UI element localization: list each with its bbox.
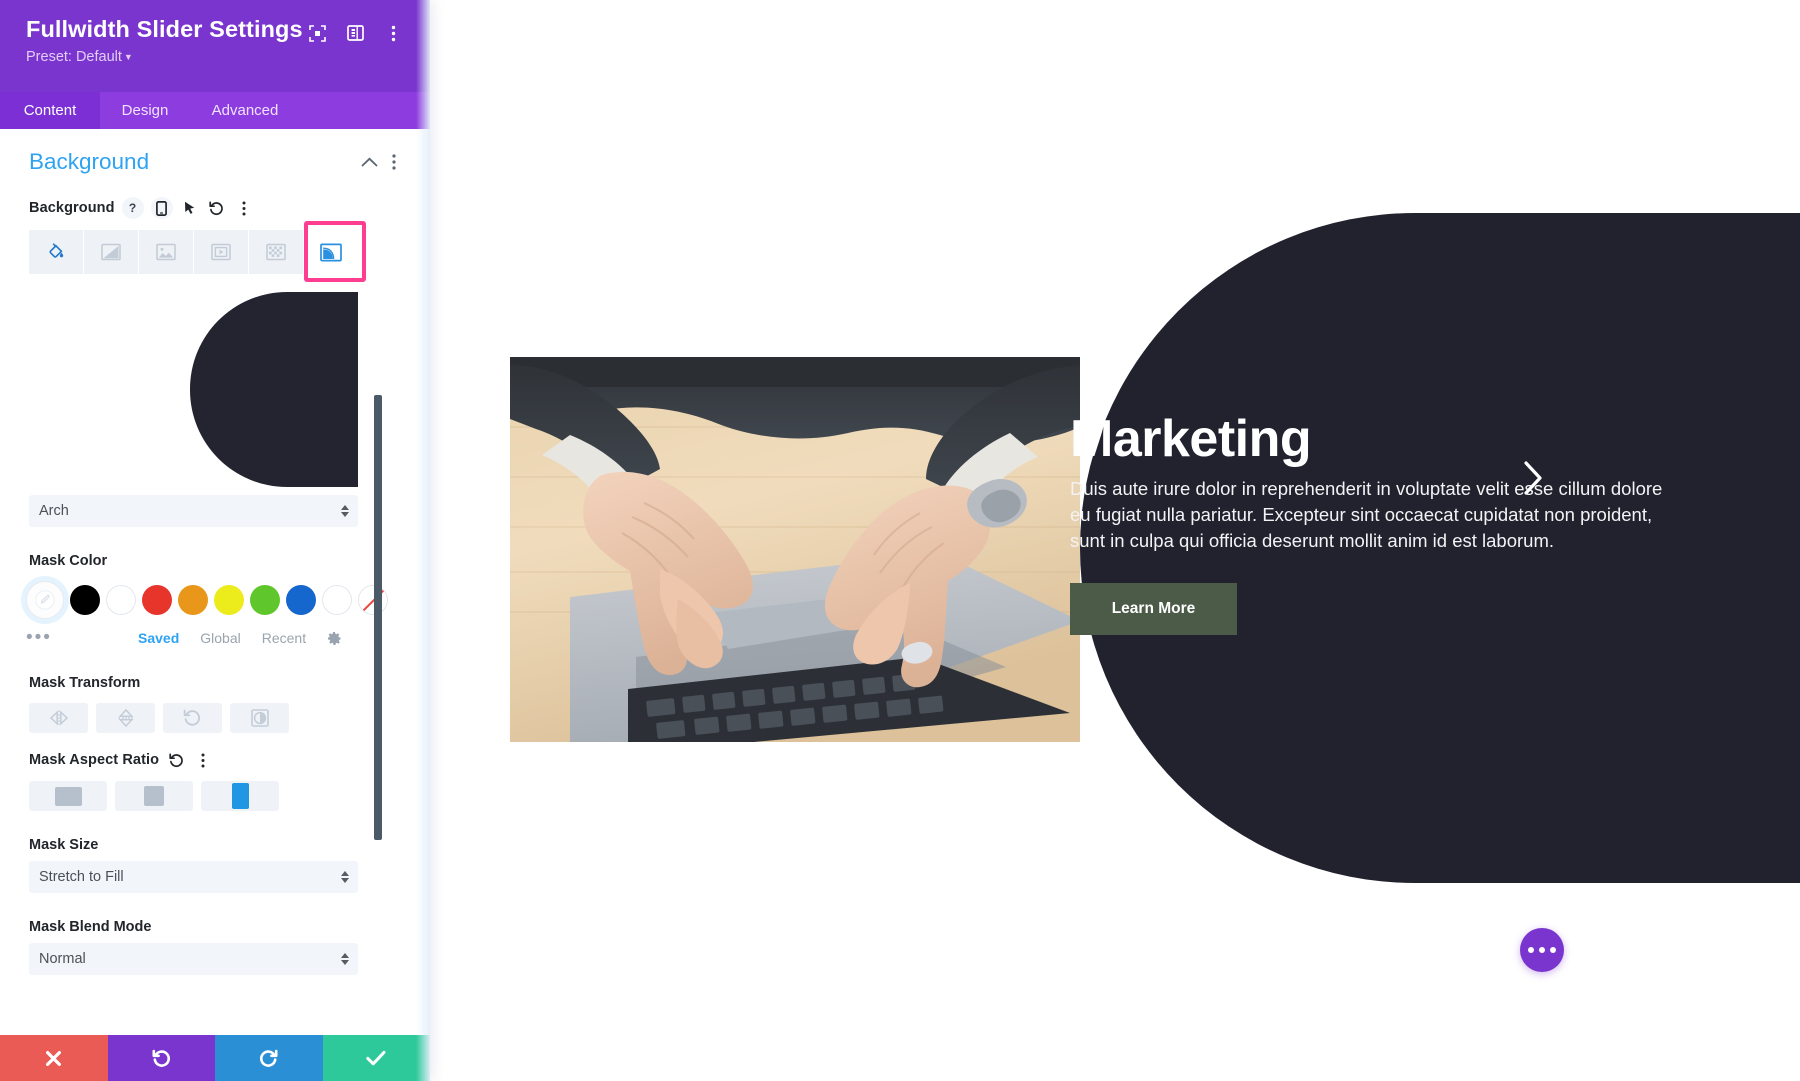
background-mask-tab[interactable] bbox=[304, 221, 366, 282]
tab-advanced[interactable]: Advanced bbox=[190, 92, 300, 129]
ellipsis-icon bbox=[1539, 947, 1545, 953]
mask-blend-mode-select[interactable]: Normal bbox=[29, 943, 358, 975]
sidebar-header: Fullwidth Slider Settings Preset: Defaul… bbox=[0, 0, 430, 92]
mask-style-value: Arch bbox=[39, 503, 69, 519]
chevron-down-icon: ▼ bbox=[123, 52, 133, 62]
mask-size-label: Mask Size bbox=[29, 837, 99, 853]
background-field-label-row: Background ? bbox=[0, 181, 418, 219]
chevron-up-icon[interactable] bbox=[361, 157, 378, 167]
rotate-icon[interactable] bbox=[163, 703, 222, 733]
mask-blend-mode-value: Normal bbox=[39, 951, 86, 967]
undo-button[interactable] bbox=[107, 1035, 215, 1081]
select-spinner-icon bbox=[341, 953, 349, 965]
settings-sidebar: Fullwidth Slider Settings Preset: Defaul… bbox=[0, 0, 430, 1081]
kebab-menu-icon[interactable] bbox=[392, 154, 396, 170]
ellipsis-icon bbox=[1528, 947, 1534, 953]
flip-vertical-icon[interactable] bbox=[96, 703, 155, 733]
ellipsis-icon bbox=[1550, 947, 1556, 953]
background-gradient-tab[interactable] bbox=[84, 230, 139, 274]
mask-aspect-ratio-label-row: Mask Aspect Ratio bbox=[0, 733, 418, 771]
swatch-yellow[interactable] bbox=[214, 585, 244, 615]
page-canvas: Marketing Duis aute irure dolor in repre… bbox=[430, 0, 1800, 1081]
invert-icon[interactable] bbox=[230, 703, 289, 733]
kebab-menu-icon[interactable] bbox=[234, 197, 254, 219]
color-tab-global[interactable]: Global bbox=[200, 630, 240, 646]
background-field-label: Background bbox=[29, 200, 115, 216]
background-section-header: Background bbox=[0, 129, 418, 181]
slide-background-image bbox=[510, 357, 1080, 742]
mask-transform-buttons bbox=[29, 703, 418, 733]
header-icon-group bbox=[298, 18, 412, 48]
mask-transform-label: Mask Transform bbox=[29, 675, 141, 691]
focus-target-icon[interactable] bbox=[298, 18, 336, 48]
mask-color-swatches bbox=[26, 581, 418, 619]
mask-style-select[interactable]: Arch bbox=[29, 495, 358, 527]
swatch-transparent[interactable] bbox=[358, 585, 388, 615]
slider-next-arrow[interactable] bbox=[1510, 455, 1556, 501]
layout-panel-icon[interactable] bbox=[336, 18, 374, 48]
mask-color-label: Mask Color bbox=[29, 553, 108, 569]
slide-description: Duis aute irure dolor in reprehenderit i… bbox=[1070, 478, 1663, 551]
reset-undo-icon[interactable] bbox=[166, 749, 186, 771]
background-video-tab[interactable] bbox=[194, 230, 249, 274]
save-button[interactable] bbox=[322, 1035, 430, 1081]
gear-icon[interactable] bbox=[327, 631, 342, 646]
mask-color-secondary-row: ••• Saved Global Recent bbox=[26, 627, 418, 649]
tab-content[interactable]: Content bbox=[0, 92, 100, 129]
kebab-menu-icon[interactable] bbox=[374, 18, 412, 48]
color-picker-swatch[interactable] bbox=[26, 581, 64, 619]
hover-cursor-icon[interactable] bbox=[180, 197, 200, 219]
responsive-mobile-icon[interactable] bbox=[150, 197, 173, 219]
swatch-white[interactable] bbox=[106, 585, 136, 615]
kebab-menu-icon[interactable] bbox=[193, 749, 213, 771]
select-spinner-icon bbox=[341, 871, 349, 883]
learn-more-button[interactable]: Learn More bbox=[1070, 583, 1237, 635]
background-section-title[interactable]: Background bbox=[29, 149, 149, 175]
mask-preview-shape bbox=[190, 292, 358, 487]
sidebar-footer bbox=[0, 1035, 430, 1081]
preset-selector[interactable]: Preset: Default ▼ bbox=[26, 48, 408, 67]
mask-blend-mode-label: Mask Blend Mode bbox=[29, 919, 152, 935]
fullwidth-slider-slide: Marketing Duis aute irure dolor in repre… bbox=[430, 0, 1800, 1030]
swatch-white-outline[interactable] bbox=[322, 585, 352, 615]
background-image-tab[interactable] bbox=[139, 230, 194, 274]
background-color-tab[interactable] bbox=[29, 230, 84, 274]
background-pattern-tab[interactable] bbox=[249, 230, 304, 274]
redo-button[interactable] bbox=[215, 1035, 323, 1081]
slide-content: Marketing Duis aute irure dolor in repre… bbox=[1070, 410, 1730, 635]
color-tab-recent[interactable]: Recent bbox=[262, 630, 306, 646]
preset-label: Preset: Default bbox=[26, 49, 122, 65]
select-spinner-icon bbox=[341, 505, 349, 517]
mask-aspect-ratio-options bbox=[29, 781, 418, 811]
background-type-selector bbox=[29, 221, 366, 282]
swatch-red[interactable] bbox=[142, 585, 172, 615]
settings-scroll-area: Background Background ? Arch Mask Color … bbox=[0, 129, 418, 1035]
slide-title: Marketing bbox=[1070, 410, 1312, 468]
mask-preview bbox=[29, 292, 358, 487]
tab-design[interactable]: Design bbox=[100, 92, 190, 129]
help-icon[interactable]: ? bbox=[121, 197, 144, 219]
flip-horizontal-icon[interactable] bbox=[29, 703, 88, 733]
aspect-ratio-portrait[interactable] bbox=[201, 781, 279, 811]
page-settings-fab[interactable] bbox=[1520, 928, 1564, 972]
mask-size-value: Stretch to Fill bbox=[39, 869, 124, 885]
mask-size-select[interactable]: Stretch to Fill bbox=[29, 861, 358, 893]
swatch-black[interactable] bbox=[70, 585, 100, 615]
cancel-button[interactable] bbox=[0, 1035, 108, 1081]
color-tab-saved[interactable]: Saved bbox=[138, 630, 179, 646]
swatch-orange[interactable] bbox=[178, 585, 208, 615]
aspect-ratio-square[interactable] bbox=[115, 781, 193, 811]
editor-root: Fullwidth Slider Settings Preset: Defaul… bbox=[0, 0, 1800, 1081]
swatch-blue[interactable] bbox=[286, 585, 316, 615]
reset-undo-icon[interactable] bbox=[207, 197, 227, 219]
mask-aspect-ratio-label: Mask Aspect Ratio bbox=[29, 752, 160, 768]
swatch-green[interactable] bbox=[250, 585, 280, 615]
svg-text:?: ? bbox=[129, 201, 136, 215]
settings-tabs: Content Design Advanced bbox=[0, 92, 430, 129]
vertical-scrollbar[interactable] bbox=[374, 395, 382, 840]
aspect-ratio-landscape[interactable] bbox=[29, 781, 107, 811]
more-colors-button[interactable]: ••• bbox=[26, 628, 138, 647]
